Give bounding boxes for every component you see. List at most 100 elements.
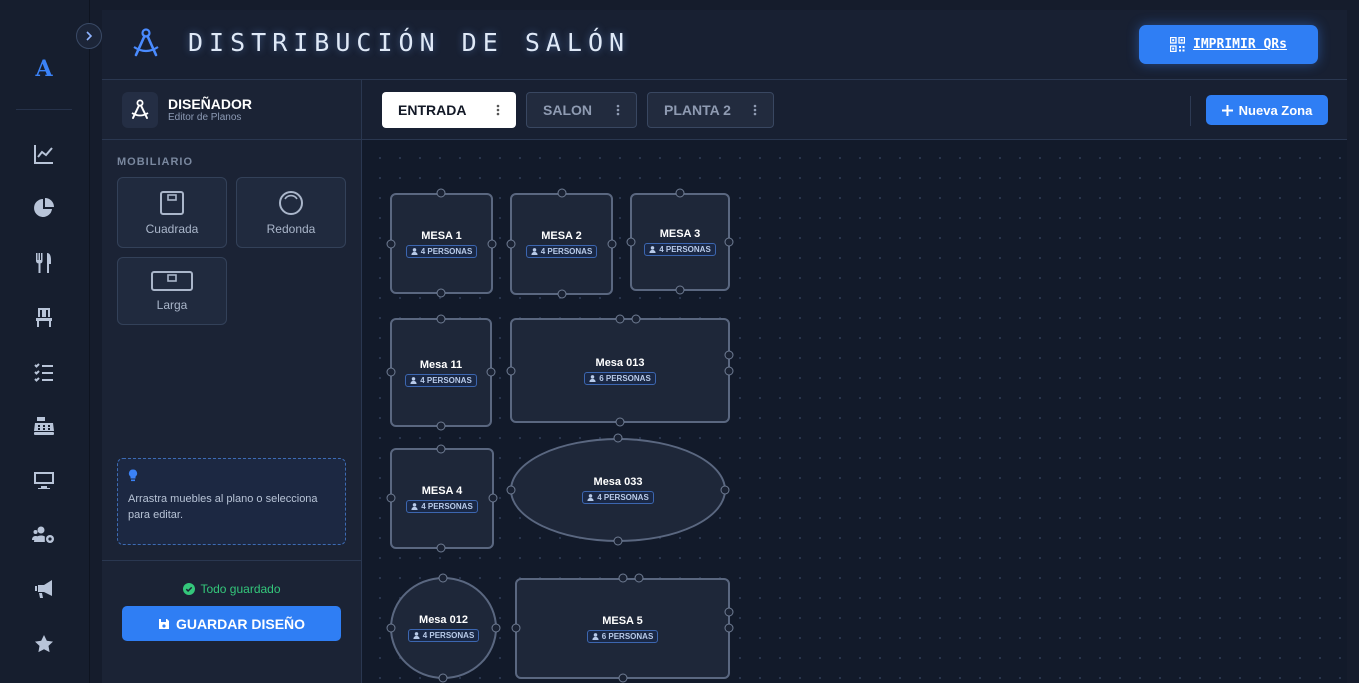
table-mesa-013[interactable]: Mesa 013 6 PERSONAS <box>510 318 730 423</box>
tab-entrada[interactable]: ENTRADA <box>382 92 516 128</box>
resize-handle[interactable] <box>724 623 734 633</box>
resize-handle[interactable] <box>506 485 516 495</box>
resize-handle[interactable] <box>675 188 685 198</box>
save-status: Todo guardado <box>102 582 362 596</box>
more-vertical-icon[interactable] <box>616 104 620 116</box>
resize-handle[interactable] <box>613 433 623 443</box>
resize-handle[interactable] <box>720 485 730 495</box>
tab-label: PLANTA 2 <box>664 102 731 118</box>
resize-handle[interactable] <box>557 188 567 198</box>
capacity-badge: 4 PERSONAS <box>405 373 477 387</box>
save-design-button[interactable]: GUARDAR DISEÑO <box>122 606 341 641</box>
person-icon <box>413 632 420 639</box>
table-mesa-033[interactable]: Mesa 033 4 PERSONAS <box>510 438 726 542</box>
table-mesa-4[interactable]: MESA 4 4 PERSONAS <box>390 448 494 549</box>
pie-chart-icon[interactable] <box>30 194 58 222</box>
app-logo[interactable]: A <box>33 56 55 82</box>
resize-handle[interactable] <box>436 543 446 553</box>
sidebar-title: DISEÑADOR <box>168 96 253 112</box>
table-mesa-012[interactable]: Mesa 012 4 PERSONAS <box>390 577 497 679</box>
resize-handle[interactable] <box>491 623 501 633</box>
hint-text: Arrastra muebles al plano o selecciona p… <box>128 493 318 521</box>
resize-handle[interactable] <box>607 239 617 249</box>
resize-handle[interactable] <box>615 314 625 324</box>
furniture-round-table[interactable]: Redonda <box>236 177 346 248</box>
lightbulb-icon <box>128 469 138 482</box>
resize-handle[interactable] <box>487 239 497 249</box>
resize-handle[interactable] <box>557 289 567 299</box>
furniture-label: Larga <box>156 298 188 312</box>
chart-line-icon[interactable] <box>30 140 58 168</box>
cash-register-icon[interactable] <box>30 412 58 440</box>
furniture-square-table[interactable]: Cuadrada <box>117 177 227 248</box>
resize-handle[interactable] <box>386 367 396 377</box>
tab-label: SALON <box>543 102 592 118</box>
furniture-long-table[interactable]: Larga <box>117 257 227 325</box>
table-mesa-5[interactable]: MESA 5 6 PERSONAS <box>515 578 730 679</box>
star-icon[interactable] <box>30 630 58 658</box>
resize-handle[interactable] <box>613 536 623 546</box>
capacity-badge: 4 PERSONAS <box>405 244 478 258</box>
table-mesa-11[interactable]: Mesa 11 4 PERSONAS <box>390 318 492 427</box>
monitor-icon[interactable] <box>30 466 58 494</box>
resize-handle[interactable] <box>675 285 685 295</box>
resize-handle[interactable] <box>486 367 496 377</box>
resize-handle[interactable] <box>724 350 734 360</box>
resize-handle[interactable] <box>488 493 498 503</box>
resize-handle[interactable] <box>436 444 446 454</box>
resize-handle[interactable] <box>506 239 516 249</box>
chair-icon[interactable] <box>30 303 58 331</box>
more-vertical-icon[interactable] <box>753 104 757 116</box>
resize-handle[interactable] <box>634 573 644 583</box>
resize-handle[interactable] <box>436 421 446 431</box>
resize-handle[interactable] <box>506 366 516 376</box>
table-name: MESA 3 <box>659 228 701 240</box>
resize-handle[interactable] <box>436 314 446 324</box>
capacity-badge: 6 PERSONAS <box>586 629 659 643</box>
rail-divider <box>16 109 72 110</box>
capacity-text: 4 PERSONAS <box>421 501 473 511</box>
tab-planta-2[interactable]: PLANTA 2 <box>647 92 774 128</box>
new-zone-button[interactable]: Nueva Zona <box>1206 95 1328 125</box>
floor-plan-canvas[interactable]: MESA 1 4 PERSONAS MESA 2 4 PERSONAS MESA… <box>362 140 1347 683</box>
resize-handle[interactable] <box>626 237 636 247</box>
plus-icon <box>1221 104 1233 116</box>
sidebar-toggle-button[interactable] <box>76 23 102 49</box>
utensils-icon[interactable] <box>30 249 58 277</box>
table-mesa-1[interactable]: MESA 1 4 PERSONAS <box>390 193 493 294</box>
resize-handle[interactable] <box>436 188 446 198</box>
resize-handle[interactable] <box>618 673 628 683</box>
table-mesa-3[interactable]: MESA 3 4 PERSONAS <box>630 193 730 291</box>
resize-handle[interactable] <box>386 239 396 249</box>
sidebar-subtitle: Editor de Planos <box>168 112 242 123</box>
capacity-text: 4 PERSONAS <box>659 245 711 254</box>
compass-drafting-icon <box>133 28 159 57</box>
resize-handle[interactable] <box>618 573 628 583</box>
megaphone-icon[interactable] <box>30 575 58 603</box>
resize-handle[interactable] <box>724 237 734 247</box>
save-status-text: Todo guardado <box>200 582 281 596</box>
resize-handle[interactable] <box>724 366 734 376</box>
more-vertical-icon[interactable] <box>496 104 500 116</box>
page-title: DISTRIBUCIÓN DE SALÓN <box>188 28 631 57</box>
qr-code-icon <box>1170 37 1186 52</box>
tab-salon[interactable]: SALON <box>526 92 637 128</box>
resize-handle[interactable] <box>631 314 641 324</box>
designer-sidebar: DISEÑADOR Editor de Planos MOBILIARIO Cu… <box>102 80 362 683</box>
long-table-icon <box>151 271 193 291</box>
person-icon <box>592 632 599 640</box>
resize-handle[interactable] <box>615 417 625 427</box>
checklist-icon[interactable] <box>30 358 58 386</box>
resize-handle[interactable] <box>438 673 448 683</box>
print-qrs-button[interactable]: IMPRIMIR QRs <box>1139 25 1318 64</box>
table-mesa-2[interactable]: MESA 2 4 PERSONAS <box>510 193 613 295</box>
resize-handle[interactable] <box>386 623 396 633</box>
round-table-icon <box>279 190 303 215</box>
resize-handle[interactable] <box>724 607 734 617</box>
users-cog-icon[interactable] <box>30 521 58 549</box>
resize-handle[interactable] <box>511 623 521 633</box>
capacity-badge: 4 PERSONAS <box>525 245 598 258</box>
resize-handle[interactable] <box>438 573 448 583</box>
resize-handle[interactable] <box>386 493 396 503</box>
resize-handle[interactable] <box>436 288 446 298</box>
